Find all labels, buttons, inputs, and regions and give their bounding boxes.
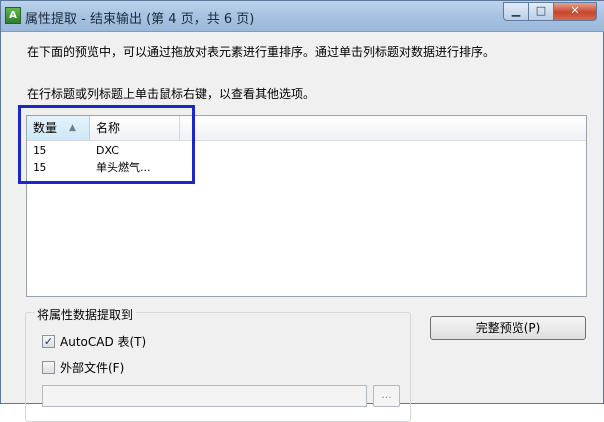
- checkbox-label: AutoCAD 表(T): [60, 334, 147, 349]
- window-controls: ▁ □ ✕: [503, 2, 597, 22]
- autocad-table-checkbox[interactable]: ✓ AutoCAD 表(T): [42, 333, 146, 349]
- maximize-icon: □: [535, 4, 547, 17]
- minimize-icon: ▁: [511, 4, 521, 17]
- instruction-text-sort: 在下面的预览中，可以通过拖放对表元素进行重排序。通过单击列标题对数据进行排序。: [27, 45, 496, 59]
- full-preview-button[interactable]: 完整预览(P): [430, 316, 586, 340]
- checkbox-unchecked-icon[interactable]: [42, 360, 55, 374]
- app-icon: A: [5, 7, 21, 24]
- external-file-checkbox[interactable]: 外部文件(F): [42, 359, 124, 375]
- highlight-annotation-box: [18, 105, 195, 184]
- window-title: 属性提取 - 结束输出 (第 4 页，共 6 页): [25, 12, 255, 27]
- maximize-button[interactable]: □: [529, 2, 554, 21]
- dialog-window: A 属性提取 - 结束输出 (第 4 页，共 6 页) ▁ □ ✕ 在下面的预览…: [0, 0, 604, 422]
- minimize-button[interactable]: ▁: [503, 2, 529, 21]
- group-title: 将属性数据提取到: [34, 306, 137, 323]
- checkbox-label: 外部文件(F): [60, 360, 125, 375]
- title-bar[interactable]: A 属性提取 - 结束输出 (第 4 页，共 6 页) ▁ □ ✕: [1, 1, 604, 32]
- close-button[interactable]: ✕: [554, 2, 597, 21]
- instruction-text-rightclick: 在行标题或列标题上单击鼠标右键，以查看其他选项。: [27, 87, 316, 101]
- close-icon: ✕: [570, 4, 580, 17]
- checkbox-checked-icon[interactable]: ✓: [42, 334, 55, 348]
